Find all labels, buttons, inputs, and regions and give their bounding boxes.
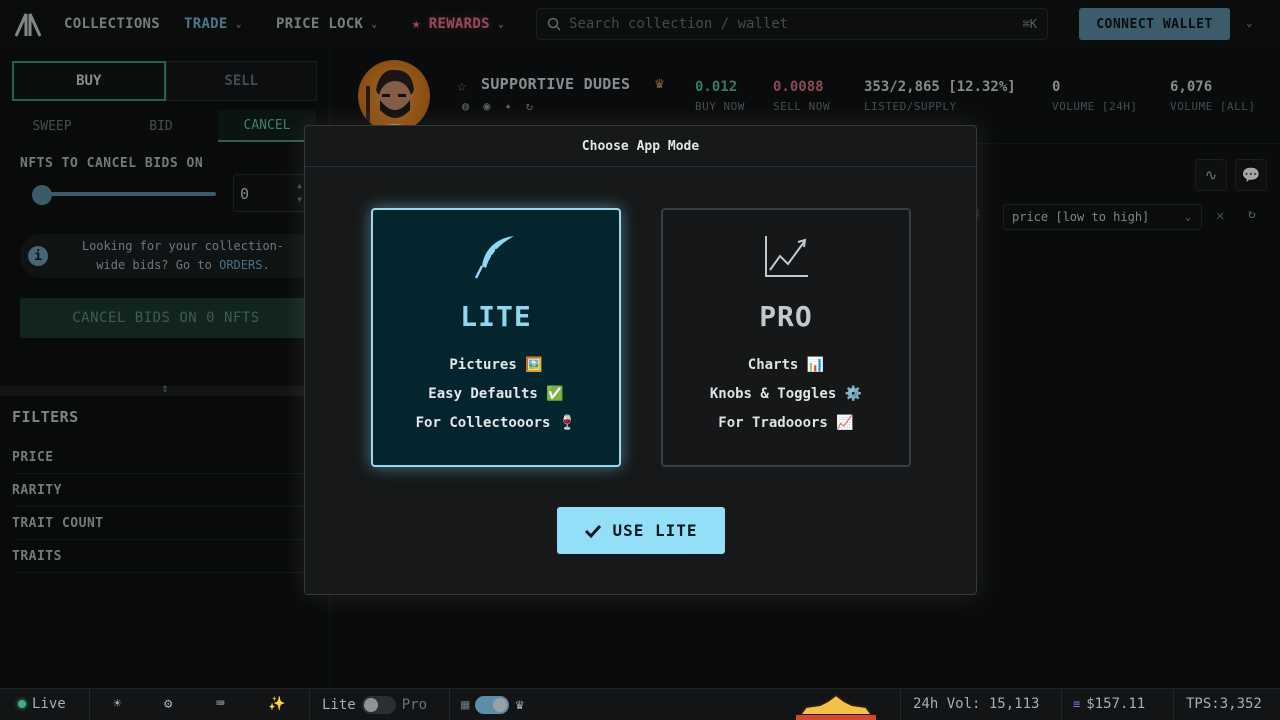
view-toggle[interactable]: ▦ ♛ [461, 696, 524, 714]
lite-mode-card[interactable]: LITE Pictures 🖼️ Easy Defaults ✅ For Col… [371, 208, 621, 467]
dialog-title: Choose App Mode [305, 126, 976, 167]
sol-price-value: $157.11 [1086, 696, 1146, 712]
lite-pro-toggle[interactable]: Lite Pro [322, 696, 427, 714]
keyboard-icon[interactable]: ⌨ [216, 696, 224, 712]
lite-title: LITE [460, 300, 532, 333]
live-label: Live [32, 696, 66, 712]
pro-feature: For Tradooors 📈 [718, 415, 854, 431]
lite-feature: Easy Defaults ✅ [428, 386, 564, 402]
mode-toggle-switch[interactable] [361, 696, 396, 714]
lite-toggle-label: Lite [322, 697, 356, 713]
app-mode-dialog: Choose App Mode LITE Pictures 🖼️ Easy De… [304, 125, 977, 595]
lite-feature: For Collectooors 🍷 [415, 415, 577, 431]
sparkles-icon[interactable]: ✨ [268, 696, 285, 712]
line-chart-icon [663, 232, 909, 280]
live-indicator[interactable]: Live [18, 696, 66, 712]
volume-24h: 24h Vol: 15,113 [913, 696, 1040, 712]
sol-price: ≡ $157.11 [1073, 696, 1145, 712]
tps-counter: TPS:3,352 [1186, 696, 1262, 712]
solana-icon: ≡ [1073, 697, 1081, 711]
status-bar: Live ☀ ⚙ ⌨ ✨ Lite Pro ▦ ♛ 24h Vol: 15,11… [0, 688, 1280, 720]
live-dot-icon [18, 700, 26, 708]
crown-icon: ♛ [515, 697, 524, 713]
view-toggle-switch[interactable] [475, 696, 510, 714]
lite-feature: Pictures 🖼️ [449, 357, 543, 373]
calendar-icon: ▦ [461, 697, 470, 713]
pro-feature: Knobs & Toggles ⚙️ [709, 386, 863, 402]
pixel-mascot-icon [792, 693, 880, 720]
pro-mode-card[interactable]: PRO Charts 📊 Knobs & Toggles ⚙️ For Trad… [661, 208, 911, 467]
settings-gear-icon[interactable]: ⚙ [164, 696, 172, 712]
check-icon [585, 524, 602, 538]
use-lite-label: USE LITE [612, 521, 698, 540]
feather-icon [373, 232, 619, 280]
pro-toggle-label: Pro [401, 697, 428, 713]
theme-sun-icon[interactable]: ☀ [113, 696, 121, 712]
pro-title: PRO [759, 300, 813, 333]
pro-feature: Charts 📊 [747, 357, 825, 373]
use-lite-button[interactable]: USE LITE [557, 507, 725, 554]
